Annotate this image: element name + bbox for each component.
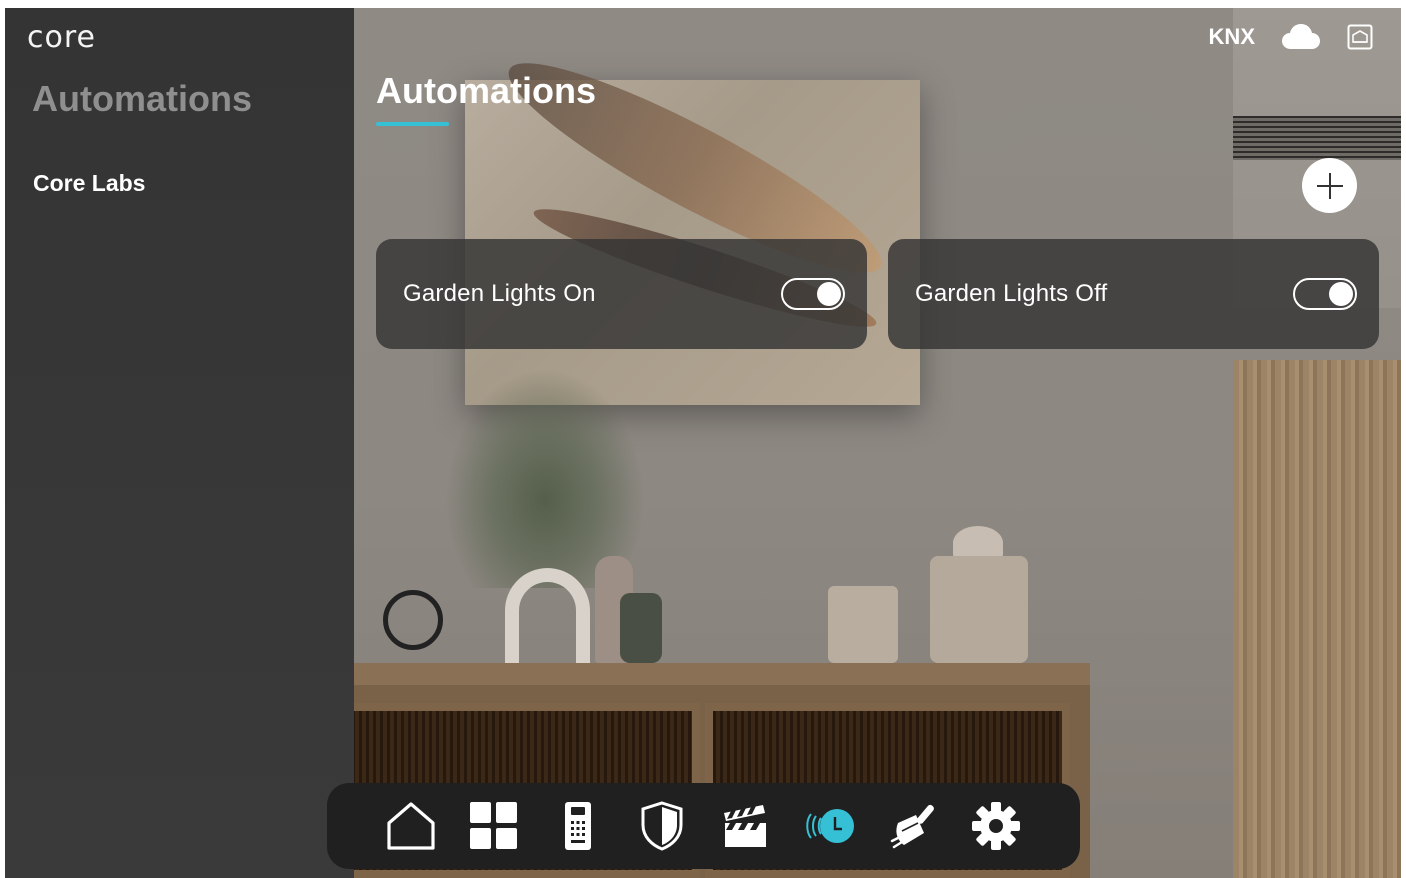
background-plant <box>445 368 645 588</box>
security-shield-icon <box>641 801 683 851</box>
remote-icon <box>564 802 591 850</box>
dock-automations-button[interactable] <box>801 798 857 854</box>
automation-toggle[interactable] <box>781 278 845 310</box>
dock-cleaning-button[interactable] <box>885 798 941 854</box>
background-jar-lid <box>953 526 1003 560</box>
dock-rooms-button[interactable] <box>466 798 522 854</box>
status-bar: KNX <box>1209 22 1373 52</box>
background-vent <box>1233 116 1401 160</box>
scenes-clapper-icon <box>724 805 767 847</box>
dock-settings-button[interactable] <box>968 798 1024 854</box>
automation-name: Garden Lights On <box>403 280 596 307</box>
app-screen: core Automations Core Labs Automations K… <box>5 8 1401 878</box>
automation-clock-icon <box>806 809 854 843</box>
add-automation-button[interactable] <box>1302 158 1357 213</box>
background-door <box>1233 360 1401 878</box>
gateway-icon[interactable] <box>1347 24 1373 50</box>
sidebar-title: Automations <box>32 78 252 119</box>
sidebar: core Automations Core Labs <box>5 8 354 878</box>
background-cabinet-top <box>305 663 1090 685</box>
toggle-knob <box>817 282 841 306</box>
brand-logo: core <box>27 20 96 55</box>
automation-card[interactable]: Garden Lights Off <box>888 239 1379 349</box>
toggle-knob <box>1329 282 1353 306</box>
sidebar-item-core-labs[interactable]: Core Labs <box>33 170 145 197</box>
bottom-dock <box>327 783 1080 869</box>
automation-card[interactable]: Garden Lights On <box>376 239 867 349</box>
settings-gear-icon <box>972 802 1021 850</box>
protocol-label: KNX <box>1208 24 1255 49</box>
dock-security-button[interactable] <box>634 798 690 854</box>
dock-home-button[interactable] <box>383 798 439 854</box>
background-mirror <box>383 590 443 650</box>
cleaning-icon <box>890 804 934 849</box>
rooms-grid-icon <box>470 802 518 849</box>
automation-toggle[interactable] <box>1293 278 1357 310</box>
background-jar <box>828 586 898 663</box>
dock-remote-button[interactable] <box>550 798 606 854</box>
background-vase <box>505 568 590 663</box>
cloud-icon[interactable] <box>1281 23 1321 51</box>
plus-icon <box>1316 172 1343 199</box>
home-icon <box>387 802 435 850</box>
dock-scenes-button[interactable] <box>717 798 773 854</box>
automation-name: Garden Lights Off <box>915 280 1108 307</box>
background-jar <box>930 556 1028 663</box>
background-vase <box>620 593 662 663</box>
page-title: Automations <box>376 70 596 111</box>
title-underline <box>376 122 449 126</box>
